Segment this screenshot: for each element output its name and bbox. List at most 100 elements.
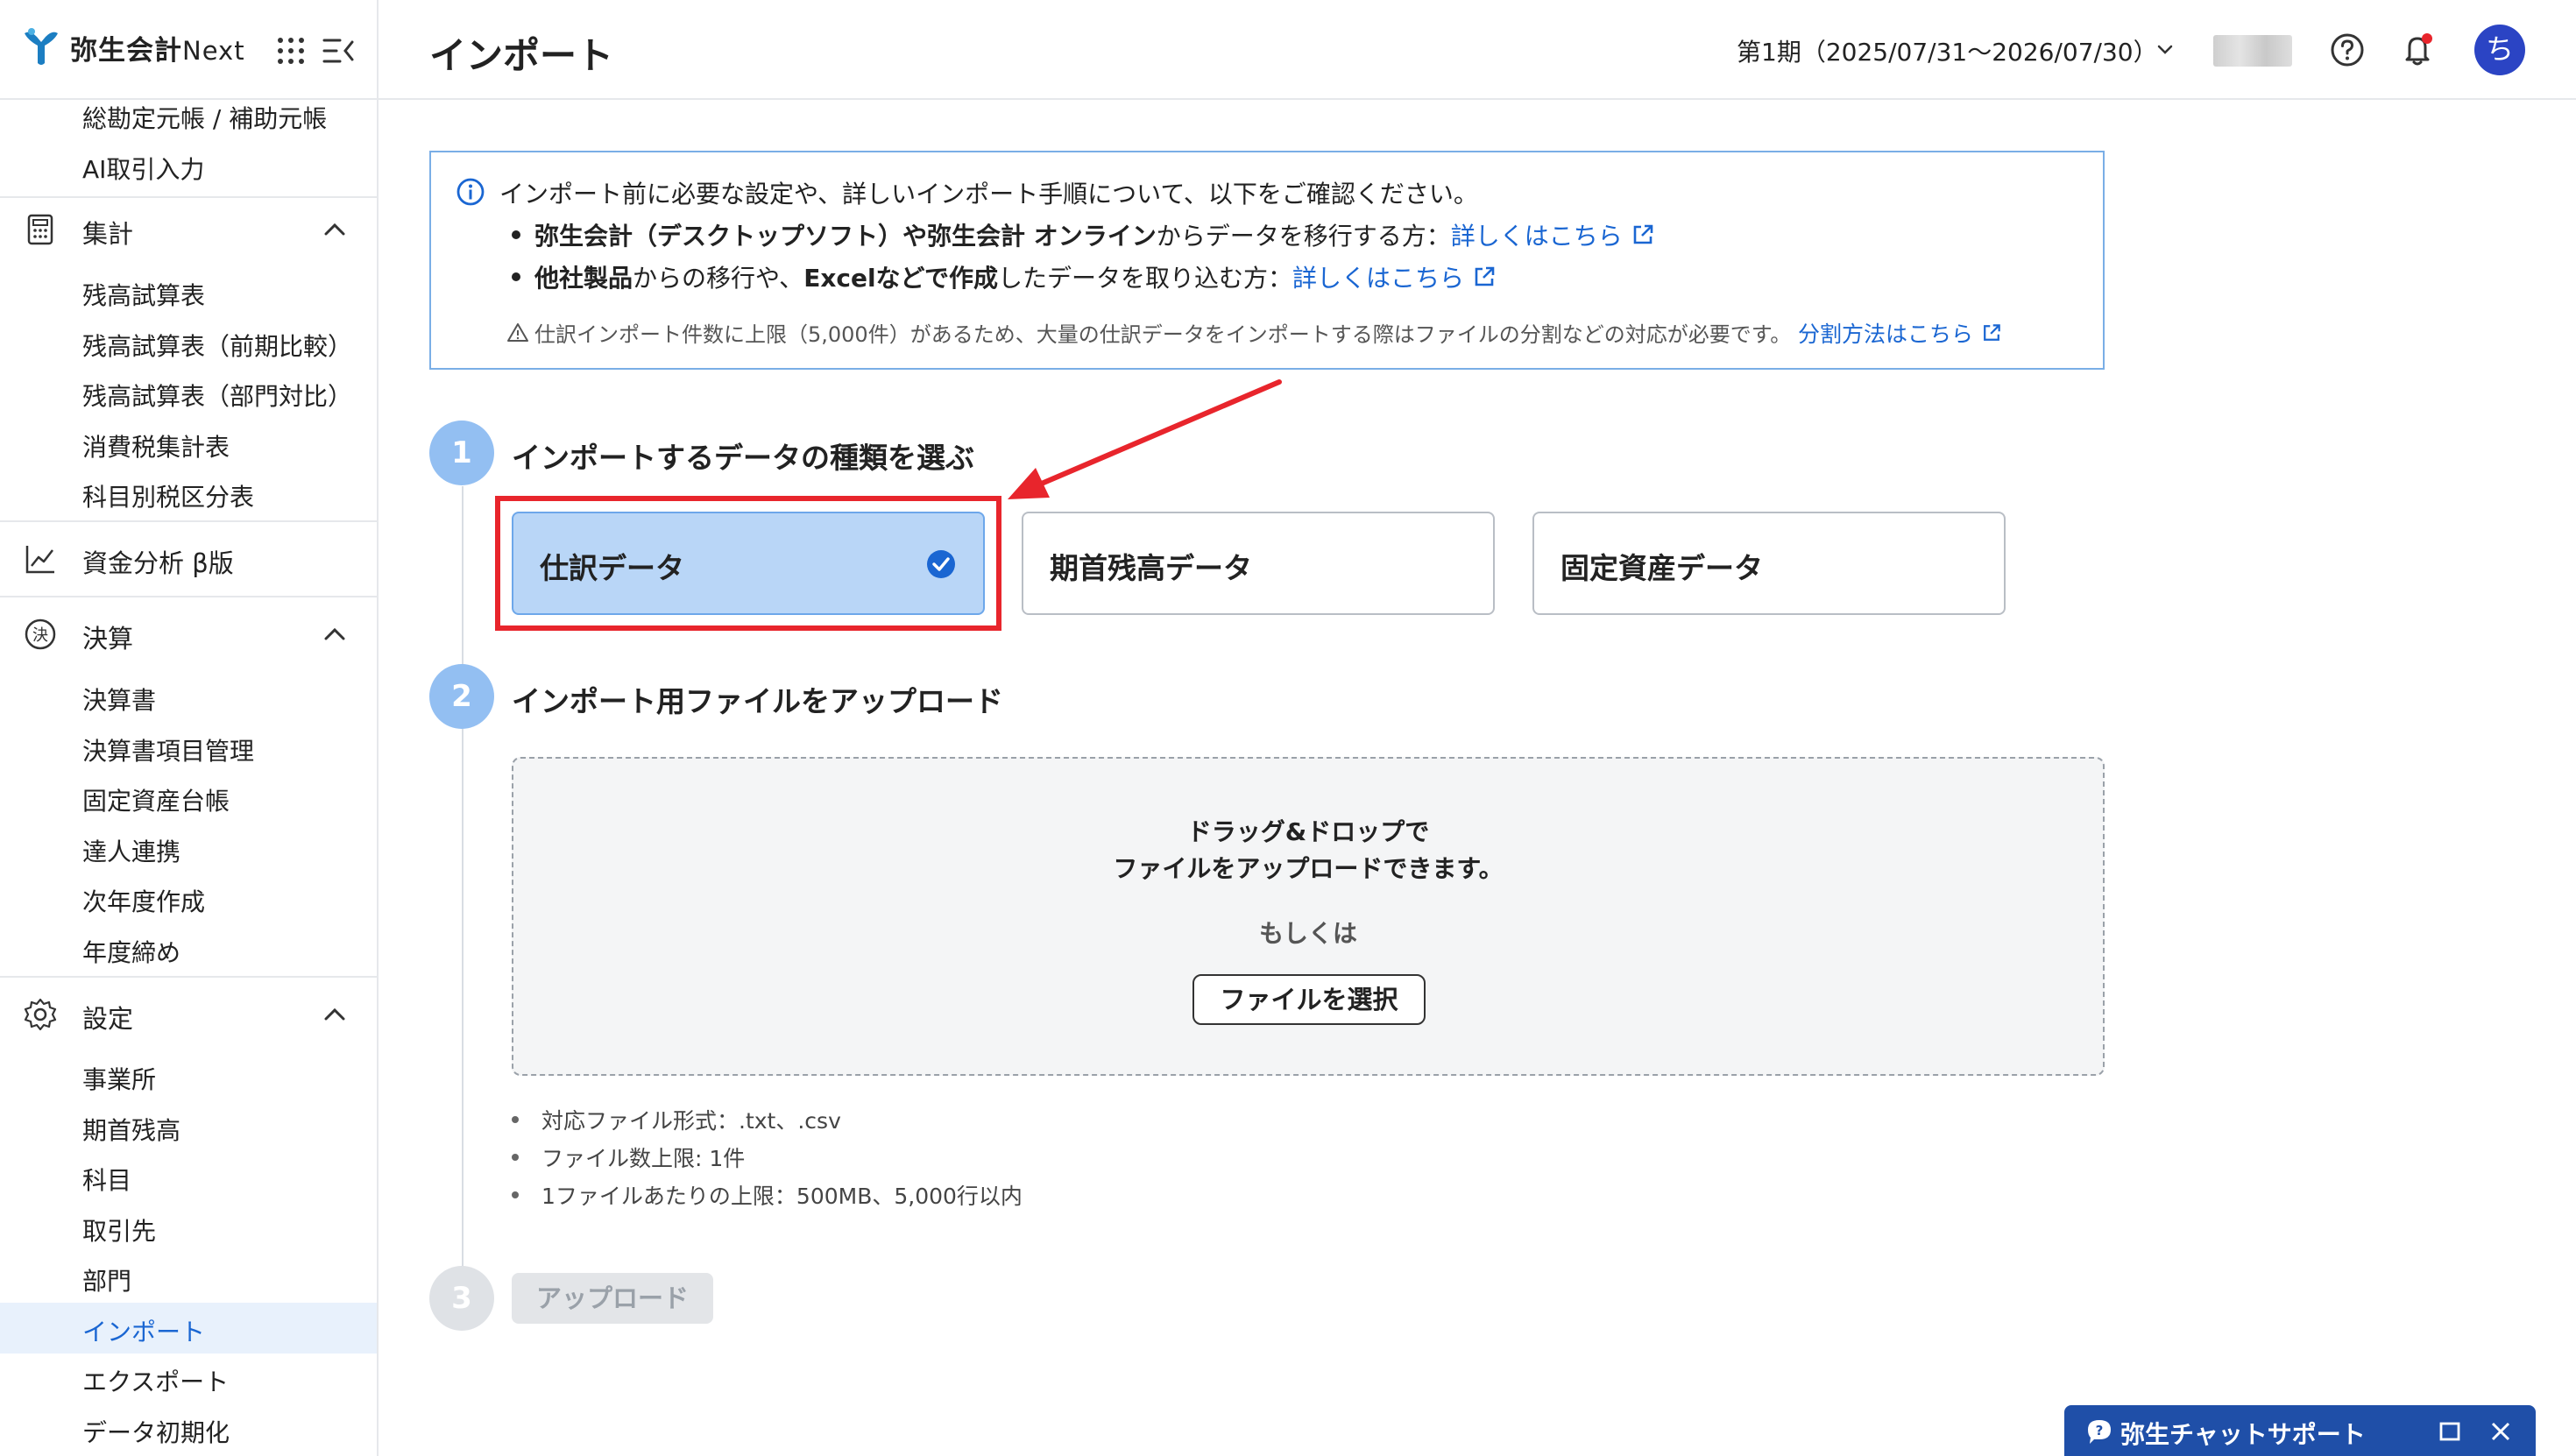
collapse-menu-icon[interactable]: [321, 33, 356, 68]
app-name: 弥生会計Next: [70, 34, 245, 67]
details-link-other[interactable]: 詳しくはこちら: [1292, 264, 1464, 293]
bullet: [512, 230, 520, 239]
data-type-label: 仕訳データ: [540, 551, 684, 585]
sidebar-group-kessan[interactable]: 決 決算: [0, 603, 377, 664]
sidebar-item-tatsujin[interactable]: 達人連携: [82, 833, 180, 868]
sidebar-item-next-year[interactable]: 次年度作成: [82, 883, 205, 918]
notification-bell-icon[interactable]: [2399, 30, 2438, 68]
sidebar-item-fs-items[interactable]: 決算書項目管理: [82, 732, 254, 767]
svg-text:?: ?: [2096, 1423, 2104, 1438]
step-connector-line: [462, 486, 464, 1275]
external-link-icon[interactable]: [1630, 222, 1656, 248]
drop-or-text: もしくは: [1258, 919, 1357, 948]
maximize-icon[interactable]: [2438, 1419, 2462, 1444]
user-name-blurred: [2213, 35, 2292, 67]
top-bar: インポート 第1期（2025/07/31〜2026/07/30） ち: [379, 0, 2576, 100]
chevron-up-icon[interactable]: [321, 1000, 349, 1028]
sidebar-item-accounts[interactable]: 科目: [82, 1162, 131, 1197]
line-chart-icon: [25, 546, 54, 574]
sidebar-item-tax-category[interactable]: 科目別税区分表: [82, 478, 254, 513]
sidebar-item-year-close[interactable]: 年度締め: [82, 934, 180, 969]
chevron-up-icon[interactable]: [321, 216, 349, 244]
sidebar-item-data-reset[interactable]: データ初期化: [82, 1414, 230, 1449]
check-circle-icon: [927, 550, 955, 578]
help-icon[interactable]: [2329, 32, 2366, 68]
details-link-yayoi[interactable]: 詳しくはこちら: [1451, 222, 1623, 251]
sidebar-item-ledger[interactable]: 総勘定元帳 / 補助元帳: [82, 100, 327, 135]
info-line-yayoi: 弥生会計（デスクトップソフト）や弥生会計 オンラインからデータを移行する方：詳し…: [512, 217, 1656, 252]
step-3-badge: 3: [429, 1266, 494, 1331]
sidebar-header: 弥生会計Next: [0, 0, 377, 100]
data-type-label: 固定資産データ: [1560, 551, 1763, 585]
list-item: 1ファイルあたりの上限：500MB、5,000行以内: [512, 1179, 1023, 1217]
file-requirements-list: 対応ファイル形式：.txt、.csv ファイル数上限: 1件 1ファイルあたりの…: [512, 1104, 1023, 1217]
sidebar-item-import[interactable]: インポート: [82, 1313, 205, 1348]
gear-icon: [24, 998, 57, 1031]
drop-instruction-line2: ファイルをアップロードできます。: [1113, 854, 1504, 883]
apps-grid-icon[interactable]: [273, 33, 308, 68]
warning-icon: [507, 323, 528, 342]
step-2-title: インポート用ファイルをアップロード: [512, 684, 1003, 718]
sidebar-group-label: 設定: [82, 1004, 134, 1034]
external-link-icon[interactable]: [1980, 322, 2003, 344]
page-title: インポート: [429, 34, 614, 77]
external-link-icon[interactable]: [1471, 264, 1497, 290]
sidebar-item-trial-balance-prev[interactable]: 残高試算表（前期比較）: [82, 328, 352, 363]
calculator-icon: [27, 214, 53, 245]
sidebar-group-label: 集計: [82, 219, 134, 249]
close-icon[interactable]: [2488, 1419, 2513, 1444]
list-item: 対応ファイル形式：.txt、.csv: [512, 1104, 1023, 1141]
sidebar-divider: [0, 520, 377, 522]
app-logo[interactable]: 弥生会計Next: [21, 26, 245, 68]
import-info-box: インポート前に必要な設定や、詳しいインポート手順について、以下をご確認ください。…: [429, 151, 2105, 370]
sidebar-group-label: 決算: [82, 624, 134, 654]
sidebar-item-opening-balance[interactable]: 期首残高: [82, 1112, 180, 1147]
chevron-down-icon[interactable]: [2152, 37, 2178, 63]
chat-support-label: 弥生チャットサポート: [2120, 1420, 2366, 1449]
sidebar-group-label: 資金分析 β版: [82, 548, 234, 578]
list-item: ファイル数上限: 1件: [512, 1141, 1023, 1179]
split-method-link[interactable]: 分割方法はこちら: [1798, 322, 1973, 347]
info-line-other: 他社製品からの移行や、Excelなどで作成したデータを取り込む方：詳しくはこちら: [512, 259, 1497, 294]
kessan-icon: 決: [25, 618, 56, 650]
data-type-card-fixed-assets[interactable]: 固定資産データ: [1532, 512, 2006, 615]
sidebar-item-fixed-assets[interactable]: 固定資産台帳: [82, 782, 230, 817]
sidebar-divider: [0, 596, 377, 597]
data-type-card-opening-balance[interactable]: 期首残高データ: [1022, 512, 1495, 615]
yayoi-logo-icon: [25, 28, 58, 65]
chat-help-icon: ?: [2088, 1420, 2111, 1444]
upload-button[interactable]: アップロード: [512, 1273, 713, 1324]
step-1-badge: 1: [429, 421, 494, 485]
sidebar-group-settei[interactable]: 設定: [0, 983, 377, 1044]
sidebar-item-departments[interactable]: 部門: [82, 1262, 131, 1297]
annotation-arrow-icon: [1008, 379, 1282, 499]
sidebar-group-shikin[interactable]: 資金分析 β版: [0, 527, 377, 589]
info-warning: 仕訳インポート件数に上限（5,000件）があるため、大量の仕訳データをインポート…: [506, 317, 2003, 349]
select-file-button[interactable]: ファイルを選択: [1192, 974, 1426, 1025]
info-icon: [456, 178, 485, 206]
sidebar-group-shukei[interactable]: 集計: [0, 198, 377, 259]
svg-text:決: 決: [32, 626, 48, 645]
fiscal-period-select[interactable]: 第1期（2025/07/31〜2026/07/30）: [1737, 33, 2158, 68]
sidebar-item-trial-balance[interactable]: 残高試算表: [82, 277, 205, 312]
sidebar-divider: [0, 976, 377, 978]
sidebar-item-office[interactable]: 事業所: [82, 1061, 156, 1096]
sidebar-item-financial-statements[interactable]: 決算書: [82, 682, 156, 717]
chevron-up-icon[interactable]: [321, 620, 349, 648]
user-avatar[interactable]: ち: [2474, 25, 2525, 75]
file-drop-zone[interactable]: ドラッグ&ドロップで ファイルをアップロードできます。 もしくは ファイルを選択: [512, 757, 2105, 1076]
drop-instruction-line1: ドラッグ&ドロップで: [1186, 817, 1430, 846]
step-1-title: インポートするデータの種類を選ぶ: [512, 441, 974, 475]
chat-support-bar[interactable]: ? 弥生チャットサポート: [2064, 1405, 2536, 1456]
sidebar-item-export[interactable]: エクスポート: [82, 1363, 229, 1398]
bullet: [512, 272, 520, 281]
sidebar-item-clients[interactable]: 取引先: [82, 1212, 156, 1247]
data-type-label: 期首残高データ: [1050, 551, 1252, 585]
sidebar-item-tax-summary[interactable]: 消費税集計表: [82, 428, 230, 463]
sidebar-item-trial-balance-dept[interactable]: 残高試算表（部門対比）: [82, 378, 352, 413]
step-2-badge: 2: [429, 664, 494, 729]
sidebar-item-ai-entry[interactable]: AI取引入力: [82, 151, 204, 186]
info-main-text: インポート前に必要な設定や、詳しいインポート手順について、以下をご確認ください。: [499, 180, 1478, 209]
sidebar: 弥生会計Next 総勘定元帳 / 補助元帳 AI取引入力 集計 残高試算表 残高: [0, 0, 379, 1456]
data-type-card-journal[interactable]: 仕訳データ: [512, 512, 985, 615]
